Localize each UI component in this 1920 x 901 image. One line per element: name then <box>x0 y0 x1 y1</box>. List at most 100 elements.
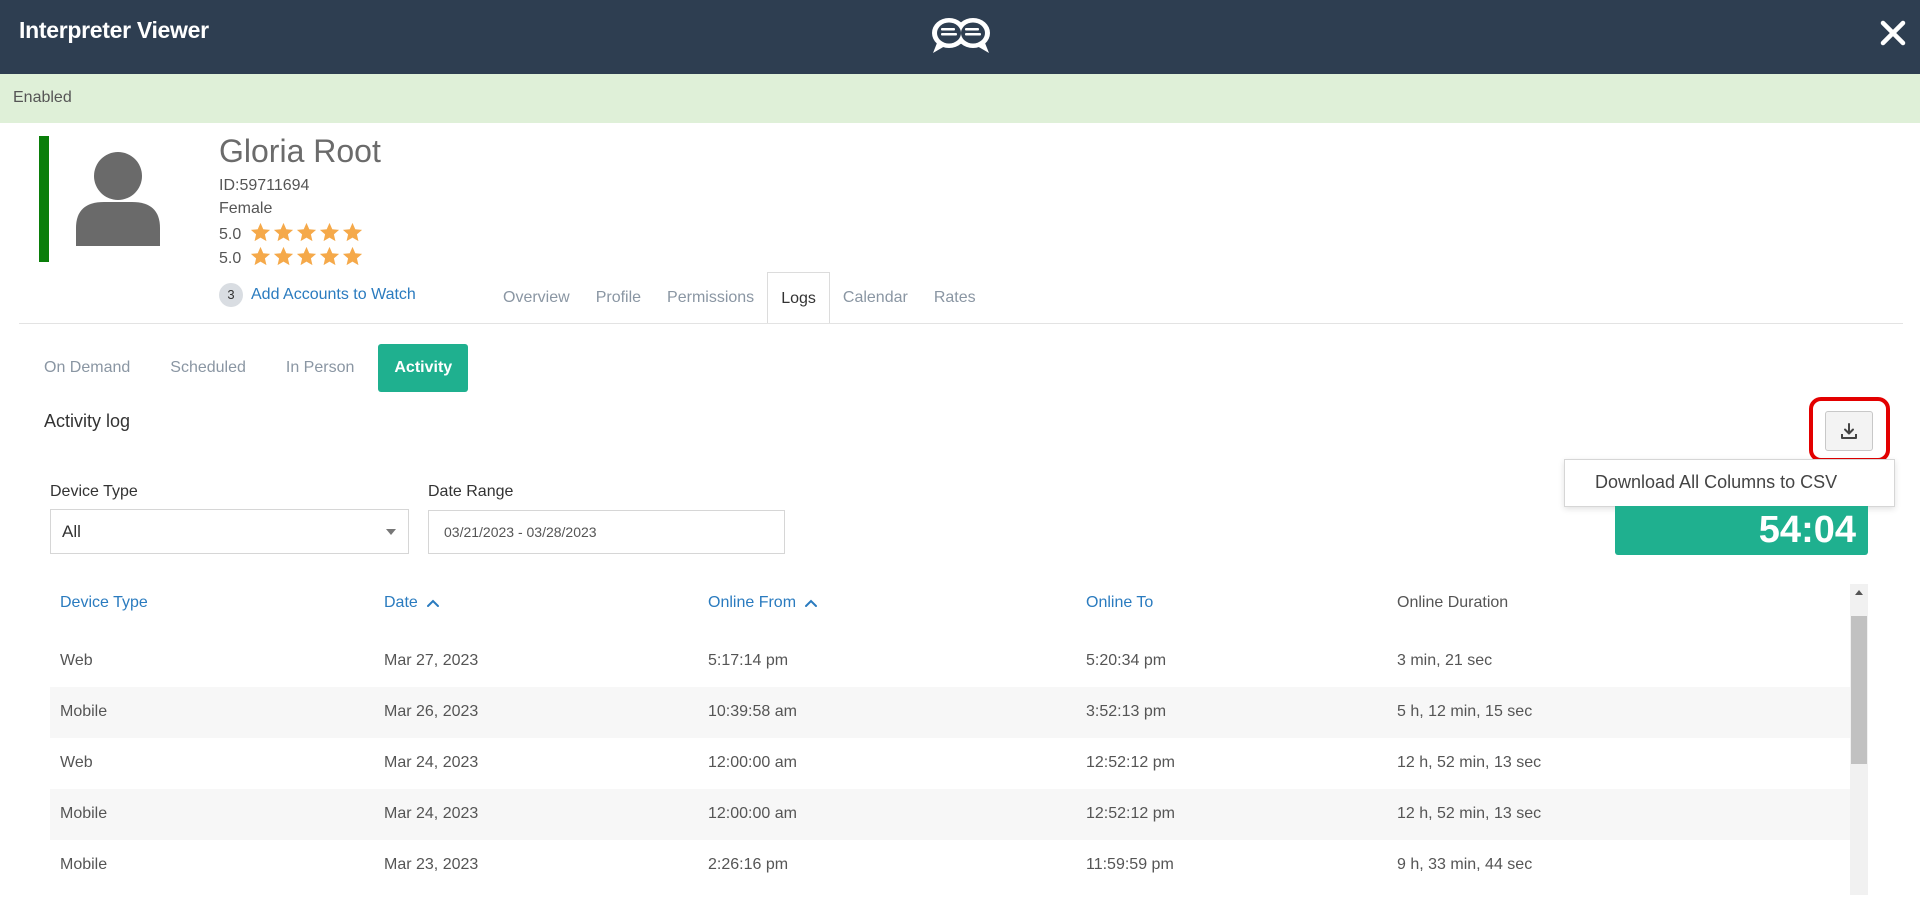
cell-online-from: 2:26:16 pm <box>708 856 789 873</box>
tab-logs[interactable]: Logs <box>767 272 830 324</box>
cell-date: Mar 24, 2023 <box>384 754 479 771</box>
star-icon <box>272 221 295 244</box>
table-header: Device Type Date Online From Online To O… <box>50 582 1850 624</box>
date-range-filter-label: Date Range <box>428 483 514 500</box>
table-row[interactable]: Mobile Mar 26, 2023 10:39:58 am 3:52:13 … <box>50 687 1850 738</box>
column-header-label: Device Type <box>60 594 148 611</box>
activity-table: Device Type Date Online From Online To O… <box>50 582 1868 895</box>
table-row[interactable]: Mobile Mar 23, 2023 2:26:16 pm 11:59:59 … <box>50 840 1850 891</box>
cell-online-duration: 12 h, 52 min, 13 sec <box>1397 805 1542 822</box>
table-row[interactable]: Web Mar 24, 2023 12:00:00 am 12:52:12 pm… <box>50 738 1850 789</box>
star-icon <box>318 245 341 268</box>
cell-online-from: 12:00:00 am <box>708 805 797 822</box>
tab-rates[interactable]: Rates <box>921 272 989 324</box>
profile-id-value: 59711694 <box>239 177 310 194</box>
tab-permissions[interactable]: Permissions <box>654 272 767 324</box>
star-icon <box>272 245 295 268</box>
column-header-label: Online Duration <box>1397 594 1509 611</box>
tabs-divider <box>19 323 1903 324</box>
tab-overview[interactable]: Overview <box>490 272 583 324</box>
status-label: Enabled <box>13 89 72 106</box>
tab-profile[interactable]: Profile <box>583 272 654 324</box>
star-icon <box>249 245 272 268</box>
cell-online-from: 12:00:00 am <box>708 754 797 771</box>
table-row[interactable]: Web Mar 27, 2023 5:17:14 pm 5:20:34 pm 3… <box>50 636 1850 687</box>
profile-name: Gloria Root <box>219 133 381 169</box>
star-icon <box>318 221 341 244</box>
cell-online-to: 12:52:12 pm <box>1086 754 1175 771</box>
status-banner: Enabled <box>0 74 1920 123</box>
close-icon[interactable] <box>1878 18 1908 48</box>
total-duration-box: 54:04 <box>1615 506 1868 555</box>
cell-online-to: 3:52:13 pm <box>1086 703 1167 720</box>
cell-online-duration: 5 h, 12 min, 15 sec <box>1397 703 1533 720</box>
profile-tabs: Overview Profile Permissions Logs Calend… <box>490 272 989 324</box>
add-accounts-to-watch-link[interactable]: 3 Add Accounts to Watch <box>219 283 416 307</box>
column-header-device-type[interactable]: Device Type <box>60 594 148 612</box>
cell-date: Mar 27, 2023 <box>384 652 479 669</box>
profile-gender: Female <box>219 200 273 217</box>
cell-online-duration: 9 h, 33 min, 44 sec <box>1397 856 1533 873</box>
rating-stars <box>249 245 364 273</box>
cell-device-type: Mobile <box>60 856 108 873</box>
star-icon <box>249 221 272 244</box>
add-accounts-to-watch-label: Add Accounts to Watch <box>251 286 416 303</box>
cell-online-from: 10:39:58 am <box>708 703 797 720</box>
cell-device-type: Mobile <box>60 805 108 822</box>
star-icon <box>341 245 364 268</box>
app-header: Interpreter Viewer <box>0 0 1920 74</box>
device-type-value: All <box>62 522 81 541</box>
cell-date: Mar 24, 2023 <box>384 805 479 822</box>
profile-id-label: ID: <box>219 177 240 194</box>
cell-date: Mar 23, 2023 <box>384 856 479 873</box>
chat-bubbles-logo-icon <box>932 18 990 53</box>
subtab-scheduled[interactable]: Scheduled <box>154 344 262 392</box>
star-icon <box>295 221 318 244</box>
subtab-activity[interactable]: Activity <box>378 344 469 392</box>
watch-count-badge: 3 <box>219 283 243 307</box>
device-type-select[interactable]: All <box>50 509 409 554</box>
column-header-online-duration: Online Duration <box>1397 594 1508 612</box>
chevron-down-icon <box>386 529 396 535</box>
cell-online-duration: 12 h, 52 min, 13 sec <box>1397 754 1542 771</box>
cell-device-type: Web <box>60 652 93 669</box>
cell-device-type: Web <box>60 754 93 771</box>
download-all-csv-item[interactable]: Download All Columns to CSV <box>1595 472 1837 493</box>
rating-row: 5.0 <box>219 245 364 273</box>
sort-ascending-icon <box>426 599 439 607</box>
column-header-label: Online From <box>708 594 797 611</box>
rating-value: 5.0 <box>219 226 242 243</box>
tab-calendar[interactable]: Calendar <box>830 272 921 324</box>
star-icon <box>295 245 318 268</box>
log-type-tabs: On Demand Scheduled In Person Activity <box>28 344 476 392</box>
cell-online-to: 5:20:34 pm <box>1086 652 1167 669</box>
column-header-label: Date <box>384 594 418 611</box>
scrollbar-thumb[interactable] <box>1851 616 1867 764</box>
avatar <box>76 152 160 246</box>
cell-online-to: 11:59:59 pm <box>1086 856 1174 873</box>
subtab-on-demand[interactable]: On Demand <box>28 344 146 392</box>
status-indicator <box>39 136 49 262</box>
cell-online-from: 5:17:14 pm <box>708 652 789 669</box>
cell-online-duration: 3 min, 21 sec <box>1397 652 1493 669</box>
column-header-date[interactable]: Date <box>384 594 440 612</box>
window-title: Interpreter Viewer <box>19 17 209 43</box>
column-header-online-from[interactable]: Online From <box>708 594 818 612</box>
column-header-online-to[interactable]: Online To <box>1086 594 1153 612</box>
download-menu: Download All Columns to CSV <box>1564 459 1895 507</box>
star-icon <box>341 221 364 244</box>
subtab-in-person[interactable]: In Person <box>270 344 370 392</box>
section-title: Activity log <box>44 411 131 431</box>
column-header-label: Online To <box>1086 594 1154 611</box>
cell-device-type: Mobile <box>60 703 108 720</box>
scroll-up-arrow-icon[interactable] <box>1850 584 1868 602</box>
device-type-filter-label: Device Type <box>50 483 138 500</box>
download-button-highlight <box>1809 397 1890 462</box>
total-duration: 54:04 <box>1758 509 1856 551</box>
rating-value: 5.0 <box>219 250 242 267</box>
cell-online-to: 12:52:12 pm <box>1086 805 1175 822</box>
profile-id: ID:59711694 <box>219 177 309 195</box>
sort-ascending-icon <box>805 599 818 607</box>
date-range-input[interactable] <box>428 510 785 554</box>
table-row[interactable]: Mobile Mar 24, 2023 12:00:00 am 12:52:12… <box>50 789 1850 840</box>
